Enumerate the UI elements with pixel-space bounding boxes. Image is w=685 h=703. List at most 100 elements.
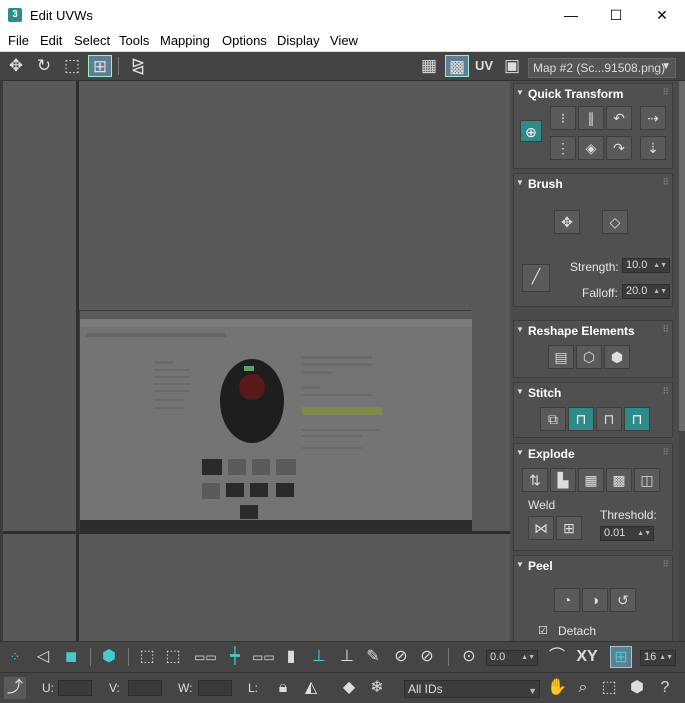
absolute-offset-icon[interactable]: ⤴ bbox=[4, 677, 26, 699]
panel-scrollbar[interactable] bbox=[679, 81, 685, 641]
quick-peel-icon[interactable]: ◔ bbox=[554, 588, 580, 612]
zoom-extents-icon[interactable]: ⬢ bbox=[626, 677, 648, 699]
align-horizontal-icon[interactable]: ⁝ bbox=[550, 106, 576, 130]
collapse-icon[interactable]: ▼ bbox=[516, 448, 524, 457]
vertex-select-icon[interactable]: ⁘ bbox=[4, 646, 26, 668]
pan-icon[interactable]: ✋ bbox=[546, 677, 568, 699]
w-field[interactable] bbox=[198, 680, 232, 696]
stitch-to-source-icon[interactable]: ⊓ bbox=[624, 407, 650, 431]
brush-title[interactable]: Brush bbox=[528, 177, 563, 191]
menu-file[interactable]: File bbox=[8, 33, 29, 48]
select-by-element-icon[interactable]: ▮ bbox=[280, 646, 302, 668]
drag-grip-icon[interactable]: ⠿ bbox=[662, 386, 669, 397]
collapse-icon[interactable]: ▼ bbox=[516, 178, 524, 187]
coordinate-mode-button[interactable]: XY bbox=[574, 646, 600, 668]
checker-pattern-icon[interactable]: ▩ bbox=[445, 55, 469, 77]
stitch-custom-icon[interactable]: ⧉ bbox=[540, 407, 566, 431]
rotate-ccw-icon[interactable]: ↶ bbox=[606, 106, 632, 130]
hide-icon[interactable]: ◆ bbox=[338, 677, 360, 699]
drag-grip-icon[interactable]: ⠿ bbox=[662, 87, 669, 98]
visibility-icon[interactable]: ◭ bbox=[300, 677, 322, 699]
edge-distortion-icon[interactable]: ⊥ bbox=[336, 646, 358, 668]
collapse-icon[interactable]: ▼ bbox=[516, 387, 524, 396]
relax-brush-icon[interactable]: ◇ bbox=[602, 210, 628, 234]
drag-grip-icon[interactable]: ⠿ bbox=[662, 559, 669, 570]
menu-options[interactable]: Options bbox=[222, 33, 267, 48]
menu-tools[interactable]: Tools bbox=[119, 33, 149, 48]
align-vertical-icon[interactable]: ⋮ bbox=[550, 136, 576, 160]
point-to-point-icon[interactable]: ⊥ bbox=[308, 646, 330, 668]
collapse-icon[interactable]: ▼ bbox=[516, 560, 524, 569]
collapse-icon[interactable]: ▼ bbox=[516, 325, 524, 334]
minimize-button[interactable]: — bbox=[548, 0, 594, 30]
material-id-dropdown[interactable]: All IDs ▼ bbox=[404, 680, 540, 698]
ring-shrink-icon[interactable]: ▭▭ bbox=[252, 646, 275, 668]
loop-select-icon[interactable]: ▭▭ bbox=[194, 646, 217, 668]
uv-viewport[interactable] bbox=[0, 81, 510, 641]
reset-peel-icon[interactable]: ↺ bbox=[610, 588, 636, 612]
falloff-type-icon[interactable]: ⌒ bbox=[546, 646, 568, 668]
checker-settings-icon[interactable]: ▣ bbox=[500, 55, 524, 77]
relax-settings-icon[interactable]: ⬢ bbox=[604, 345, 630, 369]
grow-selection-icon[interactable]: ⬚ bbox=[136, 646, 158, 668]
mirror-vertical-icon[interactable]: ⇣ bbox=[640, 136, 666, 160]
element-select-icon[interactable]: ⬢ bbox=[98, 646, 120, 668]
strength-spinner[interactable]: 10.0 ▲▼ bbox=[622, 258, 670, 273]
menu-mapping[interactable]: Mapping bbox=[160, 33, 210, 48]
menu-select[interactable]: Select bbox=[74, 33, 110, 48]
flatten-by-material-icon[interactable]: ◫ bbox=[634, 468, 660, 492]
quick-transform-title[interactable]: Quick Transform bbox=[528, 87, 623, 101]
flatten-by-polygon-icon[interactable]: ▦ bbox=[578, 468, 604, 492]
grid-size-spinner[interactable]: 16 ▲▼ bbox=[640, 650, 676, 666]
drag-grip-icon[interactable]: ⠿ bbox=[662, 447, 669, 458]
close-button[interactable]: ✕ bbox=[639, 0, 685, 30]
threshold-spinner[interactable]: 0.01 ▲▼ bbox=[600, 526, 654, 541]
mirror-icon[interactable]: ⧎ bbox=[126, 55, 150, 77]
face-select-icon[interactable]: ■ bbox=[60, 646, 82, 668]
stitch-to-target-icon[interactable]: ⊓ bbox=[568, 407, 594, 431]
stitch-average-icon[interactable]: ⊓ bbox=[596, 407, 622, 431]
help-icon[interactable]: ? bbox=[654, 677, 676, 699]
detach-checkbox[interactable]: ☑ bbox=[538, 624, 548, 637]
map-dropdown[interactable]: Map #2 (Sc...91508.png) ▼ bbox=[528, 58, 676, 78]
mirror-horizontal-icon[interactable]: ⇢ bbox=[640, 106, 666, 130]
align-to-edge-icon[interactable]: ◈ bbox=[578, 136, 604, 160]
menu-edit[interactable]: Edit bbox=[40, 33, 62, 48]
scrollbar-thumb[interactable] bbox=[679, 81, 685, 431]
drag-grip-icon[interactable]: ⠿ bbox=[662, 324, 669, 335]
quick-planar-icon[interactable]: ⊕ bbox=[520, 120, 542, 142]
uv-button[interactable]: UV bbox=[472, 55, 496, 77]
shrink-selection-icon[interactable]: ⬚ bbox=[162, 646, 184, 668]
weld-selected-icon[interactable]: ⋈ bbox=[528, 516, 554, 540]
freeze-icon[interactable]: ❄ bbox=[366, 677, 388, 699]
menu-display[interactable]: Display bbox=[277, 33, 320, 48]
paint-shrink-icon[interactable]: ⊘ bbox=[416, 646, 438, 668]
detach-edge-icon[interactable]: ▙ bbox=[550, 468, 576, 492]
break-icon[interactable]: ⇅ bbox=[522, 468, 548, 492]
menu-view[interactable]: View bbox=[330, 33, 358, 48]
zoom-region-icon[interactable]: ⬚ bbox=[598, 677, 620, 699]
paint-select-icon[interactable]: ✎ bbox=[362, 646, 384, 668]
paint-move-icon[interactable]: ✥ bbox=[554, 210, 580, 234]
explode-title[interactable]: Explode bbox=[528, 447, 575, 461]
collapse-icon[interactable]: ▼ bbox=[516, 88, 524, 97]
checker-icon[interactable]: ▦ bbox=[417, 55, 441, 77]
space-horizontal-icon[interactable]: ∥ bbox=[578, 106, 604, 130]
edge-select-icon[interactable]: ◁ bbox=[32, 646, 54, 668]
rotate-cw-icon[interactable]: ↷ bbox=[606, 136, 632, 160]
move-icon[interactable]: ✥ bbox=[4, 55, 28, 77]
maximize-button[interactable]: ☐ bbox=[593, 0, 639, 30]
scale-icon[interactable]: ⬚ bbox=[60, 55, 84, 77]
rotate-icon[interactable]: ↻ bbox=[32, 55, 56, 77]
relax-icon[interactable]: ⬡ bbox=[576, 345, 602, 369]
ring-select-icon[interactable]: ┿ bbox=[224, 646, 246, 668]
paint-grow-icon[interactable]: ⊘ bbox=[390, 646, 412, 668]
falloff-curve-icon[interactable]: ╱ bbox=[522, 264, 550, 292]
soft-selection-icon[interactable]: ⊙ bbox=[458, 646, 480, 668]
v-field[interactable] bbox=[128, 680, 162, 696]
peel-mode-icon[interactable]: ◑ bbox=[582, 588, 608, 612]
freeform-icon[interactable]: ⊞ bbox=[88, 55, 112, 77]
weld-target-icon[interactable]: ⊞ bbox=[556, 516, 582, 540]
falloff-spinner[interactable]: 20.0 ▲▼ bbox=[622, 284, 670, 299]
stitch-title[interactable]: Stitch bbox=[528, 386, 561, 400]
